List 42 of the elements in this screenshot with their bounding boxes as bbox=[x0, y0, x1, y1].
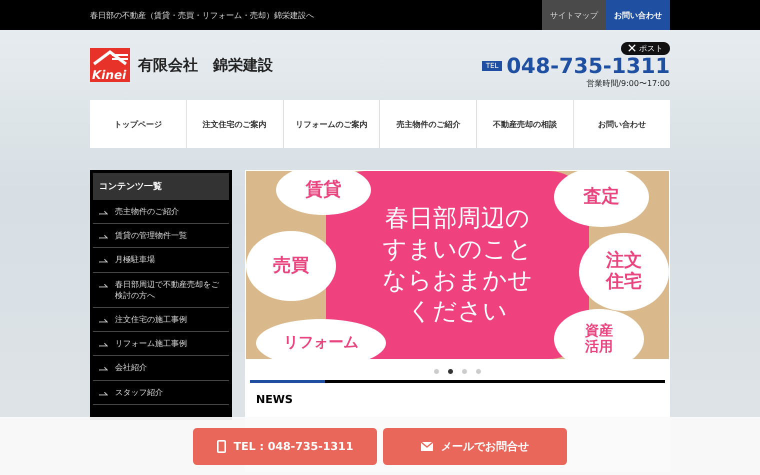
nav-item[interactable]: 売主物件のご紹介 bbox=[380, 100, 478, 148]
nav-item[interactable]: リフォームのご案内 bbox=[284, 100, 380, 148]
banner-bubble: 注文住宅 bbox=[579, 233, 669, 311]
slider-dot[interactable] bbox=[448, 369, 453, 374]
sidebar-item[interactable]: 売主物件のご紹介 bbox=[93, 200, 229, 224]
banner-bubble: リフォーム bbox=[256, 319, 386, 359]
banner-headline: ならおまかせ bbox=[382, 265, 532, 296]
tagline-text: 春日部の不動産（賃貸・売買・リフォーム・売却）錦栄建設へ bbox=[90, 10, 314, 20]
banner-headline: 春日部周辺の bbox=[385, 202, 530, 234]
sidebar-item[interactable]: 会社紹介 bbox=[93, 356, 229, 380]
post-button[interactable]: ポスト bbox=[621, 42, 670, 54]
company-name: 有限会社 錦栄建設 bbox=[138, 56, 273, 74]
banner-bubble: 賃貸 bbox=[276, 171, 371, 215]
business-hours: 営業時間/9:00〜17:00 bbox=[586, 78, 670, 88]
phone-icon bbox=[216, 440, 226, 452]
sidebar-item[interactable]: 春日部周辺で不動産売却をご検討の方へ bbox=[93, 272, 229, 308]
banner-headline: すまいのこと bbox=[382, 234, 532, 265]
logo-text: Kinei bbox=[92, 68, 126, 82]
slider-dot[interactable] bbox=[434, 369, 439, 374]
sidebar-item[interactable]: リフォーム施工事例 bbox=[93, 332, 229, 356]
sidebar-item[interactable]: 注文住宅の施工事例 bbox=[93, 308, 229, 332]
top-link[interactable]: お問い合わせ bbox=[606, 0, 670, 30]
sidebar-item[interactable]: 月極駐車場 bbox=[93, 248, 229, 273]
nav-item[interactable]: トップページ bbox=[90, 100, 187, 148]
envelope-icon bbox=[421, 442, 433, 450]
slider-dot[interactable] bbox=[462, 369, 467, 374]
nav-item[interactable]: 不動産売却の相談 bbox=[477, 100, 574, 148]
top-link[interactable]: サイトマップ bbox=[542, 0, 606, 30]
sidebar-item[interactable]: スタッフ紹介 bbox=[93, 380, 229, 405]
sidebar-title: コンテンツ一覧 bbox=[93, 173, 229, 200]
banner-bubble: 資産活用 bbox=[554, 309, 644, 359]
nav-item[interactable]: 注文住宅のご案内 bbox=[186, 100, 284, 148]
banner-bubble: 査定 bbox=[554, 171, 649, 227]
slider-dot[interactable] bbox=[476, 369, 481, 374]
banner-headline: ください bbox=[408, 296, 508, 328]
phone-number: 048-735-1311 bbox=[506, 56, 670, 76]
news-heading: NEWS bbox=[255, 392, 294, 406]
sidebar-item[interactable]: 賃貸の管理物件一覧 bbox=[93, 224, 229, 248]
house-logo-icon bbox=[90, 48, 130, 82]
nav-item[interactable]: お問い合わせ bbox=[574, 100, 670, 148]
banner-bubble: 売買 bbox=[246, 231, 336, 301]
x-logo-icon bbox=[628, 44, 636, 52]
